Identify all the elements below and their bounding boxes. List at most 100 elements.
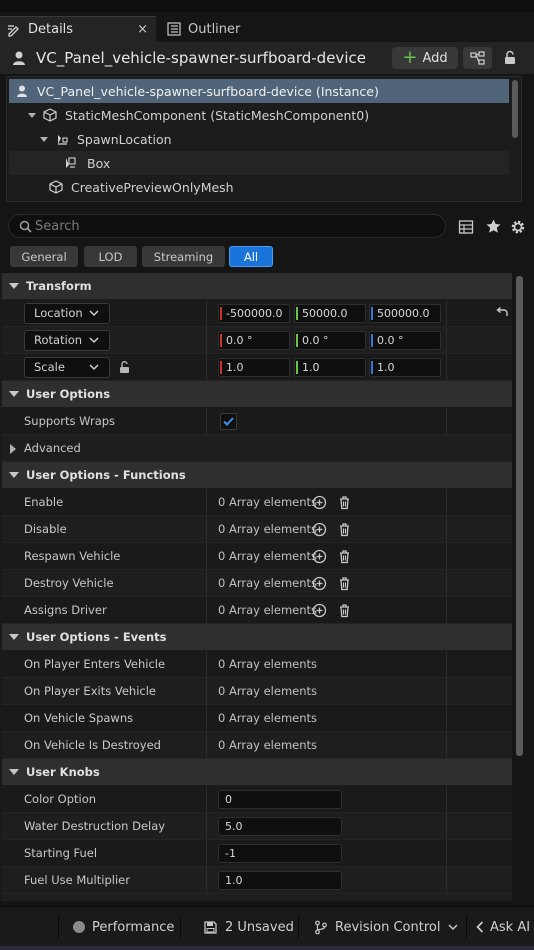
tree-item-label: Box — [87, 155, 111, 171]
tree-item-instance[interactable]: VC_Panel_vehicle-spawner-surfboard-devic… — [9, 79, 509, 103]
separator — [58, 915, 59, 939]
scale-x-field[interactable]: 1.0 — [218, 358, 290, 377]
array-count: 0 Array elements — [218, 657, 318, 671]
location-mode-dropdown[interactable]: Location — [24, 303, 110, 324]
advanced-section[interactable]: Advanced — [2, 435, 512, 462]
blueprint-hierarchy-button[interactable] — [463, 47, 492, 69]
collapse-arrow-icon[interactable] — [39, 134, 49, 144]
rotation-z-field[interactable]: 0.0 ° — [369, 331, 441, 350]
tree-item-static-mesh-component[interactable]: StaticMeshComponent (StaticMeshComponent… — [9, 103, 509, 127]
column-divider — [206, 705, 207, 731]
table-view-icon[interactable] — [458, 219, 474, 235]
number-input[interactable]: 1.0 — [218, 871, 342, 890]
details-scrollbar[interactable] — [516, 276, 523, 756]
axis-x-marker — [220, 334, 222, 347]
tree-item-box[interactable]: Box — [9, 151, 509, 175]
column-divider — [206, 489, 207, 515]
category-user-options-functions[interactable]: User Options - Functions — [2, 462, 512, 488]
number-input[interactable]: -1 — [218, 844, 342, 863]
scale-y-field[interactable]: 1.0 — [294, 358, 366, 377]
close-icon[interactable]: × — [137, 22, 148, 37]
add-component-button[interactable]: + Add — [392, 47, 458, 69]
supports-wraps-checkbox[interactable] — [220, 413, 237, 430]
trash-icon[interactable] — [337, 603, 352, 618]
favorites-star-icon[interactable] — [485, 218, 502, 235]
number-input[interactable]: 0 — [218, 790, 342, 809]
rotation-y-field[interactable]: 0.0 ° — [294, 331, 366, 350]
scale-mode-dropdown[interactable]: Scale — [24, 357, 110, 378]
ask-ai-button[interactable]: Ask AI — [476, 911, 530, 943]
tab-outliner[interactable]: Outliner — [160, 16, 280, 42]
search-box[interactable] — [8, 214, 446, 238]
column-divider — [206, 651, 207, 677]
rotation-mode-dropdown[interactable]: Rotation — [24, 330, 110, 351]
rotation-x-field[interactable]: 0.0 ° — [218, 331, 290, 350]
add-element-icon[interactable] — [312, 522, 327, 537]
add-element-icon[interactable] — [312, 576, 327, 591]
property-row: Water Destruction Delay 5.0 — [2, 813, 512, 840]
tab-details-label: Details — [28, 22, 74, 37]
category-user-options[interactable]: User Options — [2, 381, 512, 407]
property-row: Enable 0 Array elements — [2, 489, 512, 516]
column-divider — [206, 786, 207, 812]
array-count: 0 Array elements — [218, 738, 318, 752]
add-element-icon[interactable] — [312, 549, 327, 564]
location-x-field[interactable]: -500000.0 — [218, 304, 290, 323]
trash-icon[interactable] — [337, 522, 352, 537]
column-divider — [446, 840, 447, 866]
tab-outliner-label: Outliner — [188, 21, 241, 37]
property-row: Fuel Use Multiplier 1.0 — [2, 867, 512, 894]
property-label: On Player Enters Vehicle — [24, 657, 166, 671]
axis-y-marker — [296, 361, 298, 374]
trash-icon[interactable] — [337, 495, 352, 510]
pencil-icon — [8, 24, 19, 37]
collapse-arrow-icon[interactable] — [27, 110, 37, 120]
filter-all-button[interactable]: All — [229, 246, 273, 267]
tab-details[interactable]: Details × — [0, 16, 156, 42]
filter-lod-button[interactable]: LOD — [84, 246, 137, 267]
array-count: 0 Array elements — [218, 576, 318, 590]
tree-item-spawn-location[interactable]: SpawnLocation — [9, 127, 509, 151]
tree-item-creative-preview-mesh[interactable]: CreativePreviewOnlyMesh — [9, 175, 509, 199]
unsaved-button[interactable]: 2 Unsaved — [203, 911, 294, 943]
dropdown-label: Scale — [34, 360, 65, 374]
category-transform[interactable]: Transform — [2, 273, 512, 299]
field-value: 1.0 — [226, 361, 244, 374]
filter-general-button[interactable]: General — [10, 246, 78, 267]
array-count: 0 Array elements — [218, 711, 318, 725]
lock-aspect-icon[interactable] — [118, 360, 132, 374]
static-mesh-icon — [43, 108, 57, 122]
category-user-knobs[interactable]: User Knobs — [2, 759, 512, 785]
property-label: Fuel Use Multiplier — [24, 873, 130, 887]
trash-icon[interactable] — [337, 576, 352, 591]
column-divider — [446, 651, 447, 677]
unlock-icon[interactable] — [502, 50, 518, 66]
axis-z-marker — [371, 334, 373, 347]
column-divider — [446, 813, 447, 839]
checkmark-icon — [223, 417, 234, 426]
revision-control-button[interactable]: Revision Control — [314, 911, 458, 943]
location-z-field[interactable]: 500000.0 — [369, 304, 441, 323]
settings-gear-icon[interactable] — [509, 218, 527, 236]
scale-z-field[interactable]: 1.0 — [369, 358, 441, 377]
category-user-options-events[interactable]: User Options - Events — [2, 624, 512, 650]
array-count: 0 Array elements — [218, 684, 318, 698]
trash-icon[interactable] — [337, 549, 352, 564]
property-row: On Player Enters Vehicle 0 Array elements — [2, 651, 512, 678]
location-y-field[interactable]: 50000.0 — [294, 304, 366, 323]
tree-scrollbar[interactable] — [512, 80, 518, 138]
add-element-icon[interactable] — [312, 495, 327, 510]
reset-to-default-icon[interactable] — [495, 307, 509, 319]
hierarchy-icon — [470, 51, 485, 65]
window-bottom-strip — [0, 946, 534, 950]
search-input[interactable] — [35, 217, 435, 235]
number-input[interactable]: 5.0 — [218, 817, 342, 836]
property-row: Color Option 0 — [2, 786, 512, 813]
column-divider — [446, 327, 447, 353]
performance-button[interactable]: Performance — [72, 911, 174, 943]
property-row: On Player Exits Vehicle 0 Array elements — [2, 678, 512, 705]
tree-item-label: StaticMeshComponent (StaticMeshComponent… — [65, 107, 370, 123]
filter-streaming-button[interactable]: Streaming — [142, 246, 225, 267]
add-element-icon[interactable] — [312, 603, 327, 618]
column-divider — [446, 570, 447, 596]
